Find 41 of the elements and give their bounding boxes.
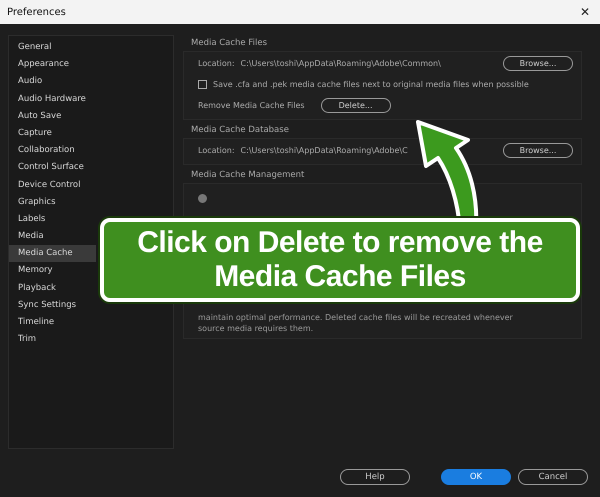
location-path: C:\Users\toshi\AppData\Roaming\Adobe\C xyxy=(240,146,409,155)
callout-text: Media Cache Files xyxy=(214,260,466,294)
section-title: Media Cache Files xyxy=(190,37,268,50)
location-label: Location: xyxy=(198,146,235,155)
close-button[interactable]: ✕ xyxy=(576,5,594,19)
dialog-button[interactable]: OK xyxy=(441,469,511,485)
section-title: Media Cache Management xyxy=(190,169,304,182)
checkbox-label: Save .cfa and .pek media cache files next to original media files when possible xyxy=(213,80,529,89)
sidebar-item[interactable]: Playback xyxy=(9,280,96,297)
sidebar-item[interactable]: Media Cache xyxy=(9,245,96,262)
sidebar-item[interactable]: Appearance xyxy=(9,56,96,74)
dialog-button[interactable]: Cancel xyxy=(518,469,588,485)
sidebar-item[interactable]: Audio Hardware xyxy=(9,90,96,108)
sidebar-item[interactable]: General xyxy=(9,39,96,56)
sidebar-item[interactable]: Trim xyxy=(9,331,96,348)
browse-button[interactable]: Browse... xyxy=(503,143,573,158)
sidebar-item[interactable]: Sync Settings xyxy=(9,296,96,314)
dialog-button[interactable]: Help xyxy=(340,469,410,485)
sidebar-item[interactable]: Media xyxy=(9,228,96,246)
sidebar-item[interactable]: Collaboration xyxy=(9,142,96,160)
window-title: Preferences xyxy=(7,6,66,18)
location-label: Location: xyxy=(198,59,235,68)
sidebar-item[interactable]: Graphics xyxy=(9,194,96,211)
checkbox[interactable] xyxy=(198,80,207,89)
callout-text: Click on Delete to remove the xyxy=(137,226,543,260)
description-text: maintain optimal performance. Deleted cache files will be recreated whenever xyxy=(198,312,514,323)
description-text: source media requires them. xyxy=(198,323,314,334)
remove-label: Remove Media Cache Files xyxy=(198,101,305,110)
delete-button[interactable]: Delete... xyxy=(320,98,391,113)
sidebar-item[interactable]: Control Surface xyxy=(9,159,96,176)
sidebar-item[interactable]: Auto Save xyxy=(9,108,96,125)
sidebar-item[interactable]: Memory xyxy=(9,262,96,280)
sidebar-item[interactable]: Capture xyxy=(9,124,96,142)
sidebar-item[interactable]: Timeline xyxy=(9,314,96,332)
section-title: Media Cache Database xyxy=(190,124,289,137)
location-path: C:\Users\toshi\AppData\Roaming\Adobe\Common\ xyxy=(240,59,442,68)
sidebar-item[interactable]: Device Control xyxy=(9,176,96,194)
sidebar-item[interactable]: Audio xyxy=(9,73,96,91)
browse-button[interactable]: Browse... xyxy=(503,56,573,71)
sidebar-item[interactable]: Labels xyxy=(9,210,96,228)
radio-button[interactable] xyxy=(198,194,207,203)
